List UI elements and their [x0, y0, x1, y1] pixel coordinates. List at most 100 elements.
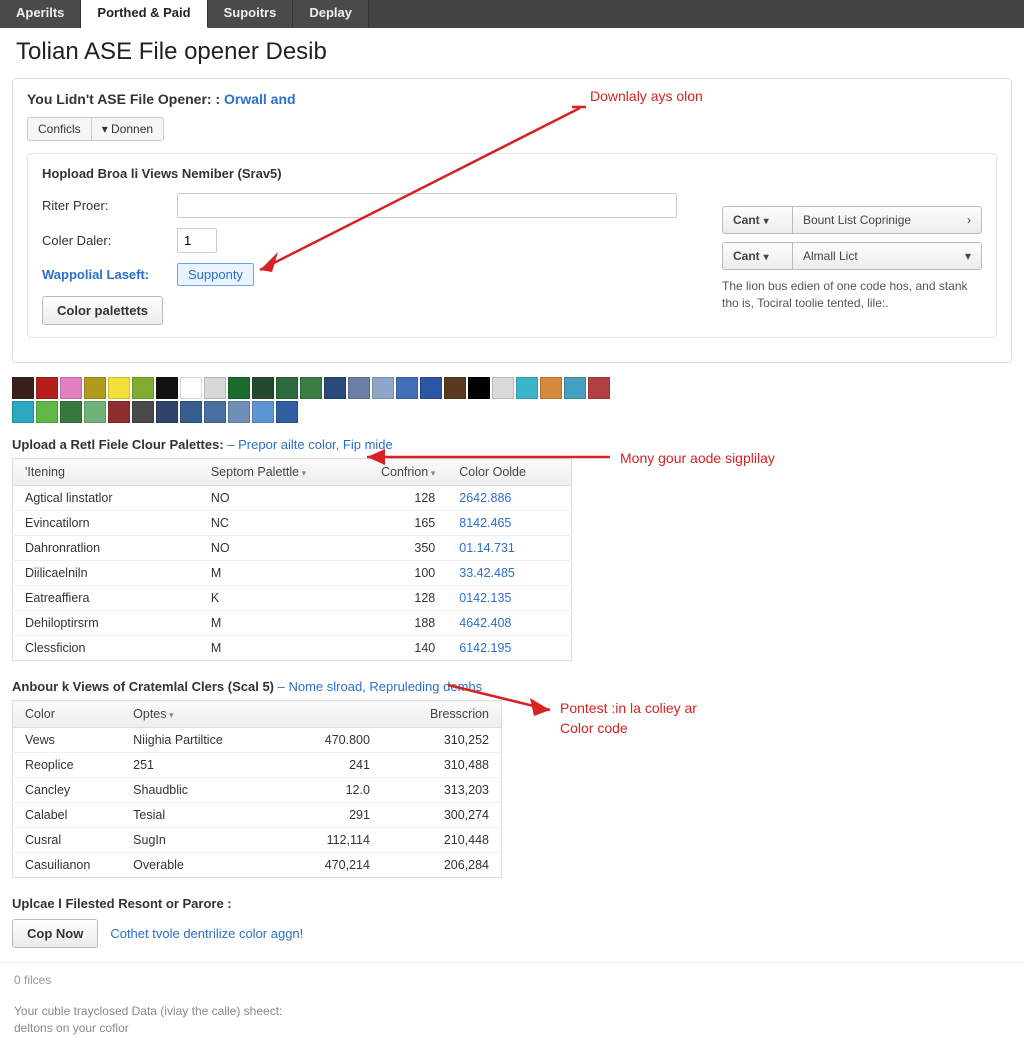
color-swatch[interactable] [12, 401, 34, 423]
tab-aperilts[interactable]: Aperilts [0, 0, 81, 28]
table-row[interactable]: DehiloptirsrmM1884642.408 [13, 611, 572, 636]
supponty-token[interactable]: Supponty [177, 263, 254, 286]
views-table: Color Optes Bresscrion VewsNiighia Parti… [12, 700, 502, 878]
t2-h4[interactable]: Bresscrion [382, 701, 502, 728]
table-row[interactable]: CasuilianonOverable470,214206,284 [13, 853, 502, 878]
wappolial-label[interactable]: Wappolial Laseft: [42, 267, 177, 282]
cant-button-2[interactable]: Cant [722, 242, 792, 270]
color-swatch[interactable] [420, 377, 442, 399]
tab-porthed[interactable]: Porthed & Paid [81, 0, 207, 28]
color-swatch[interactable] [348, 377, 370, 399]
color-swatch[interactable] [396, 377, 418, 399]
section2-title: Upload a Retl Fiele Clour Palettes: – Pr… [12, 437, 1012, 452]
table-row[interactable]: CusralSugIn112,114210,448 [13, 828, 502, 853]
cant-button-1[interactable]: Cant [722, 206, 792, 234]
color-swatch[interactable] [84, 377, 106, 399]
color-swatch[interactable] [156, 401, 178, 423]
color-swatch[interactable] [108, 377, 130, 399]
color-swatch[interactable] [228, 377, 250, 399]
cop-now-button[interactable]: Cop Now [12, 919, 98, 948]
color-swatch[interactable] [60, 401, 82, 423]
subtab-donnen[interactable]: ▾ Donnen [91, 117, 164, 141]
table-row[interactable]: EvincatilornNC1658142.465 [13, 511, 572, 536]
t1-h2[interactable]: Septom Palettle [199, 459, 354, 486]
cell: 300,274 [382, 803, 502, 828]
t2-h2[interactable]: Optes [121, 701, 262, 728]
riter-input[interactable] [177, 193, 677, 218]
table-row[interactable]: CalabelTesial291300,274 [13, 803, 502, 828]
bount-list-button[interactable]: Bount List Coprinige› [792, 206, 982, 234]
almall-list-label: Almall Lict [803, 249, 858, 263]
color-swatch[interactable] [84, 401, 106, 423]
t1-h3[interactable]: Confrion [354, 459, 447, 486]
color-swatch[interactable] [12, 377, 34, 399]
color-swatch[interactable] [492, 377, 514, 399]
cell: Overable [121, 853, 262, 878]
almall-list-button[interactable]: Almall Lict▾ [792, 242, 982, 270]
color-swatch[interactable] [324, 377, 346, 399]
color-swatch[interactable] [36, 401, 58, 423]
tab-supoitrs[interactable]: Supoitrs [208, 0, 294, 28]
riter-label: Riter Proer: [42, 198, 177, 213]
color-swatch[interactable] [132, 377, 154, 399]
cell: Dehiloptirsrm [13, 611, 199, 636]
top-nav: Aperilts Porthed & Paid Supoitrs Deplay [0, 0, 1024, 28]
bottom-bluetext[interactable]: Cothet tvole dentrilize color aggn! [110, 926, 303, 941]
table-row[interactable]: CancleyShaudblic12.0313,203 [13, 778, 502, 803]
cell: 241 [262, 753, 382, 778]
color-swatch[interactable] [180, 401, 202, 423]
cell: 100 [354, 561, 447, 586]
cell: Reoplice [13, 753, 122, 778]
color-swatch[interactable] [276, 401, 298, 423]
table-row[interactable]: Agtical linstatlorNO1282642.886 [13, 486, 572, 511]
color-swatch[interactable] [180, 377, 202, 399]
color-swatch[interactable] [252, 401, 274, 423]
table-row[interactable]: VewsNiighia Partiltice470.800310,252 [13, 728, 502, 753]
subtab-conficls[interactable]: Conficls [27, 117, 91, 141]
color-palettes-button[interactable]: Color palettets [42, 296, 163, 325]
cell: 8142.465 [447, 511, 571, 536]
color-swatch[interactable] [276, 377, 298, 399]
t2-h1[interactable]: Color [13, 701, 122, 728]
cell: Vews [13, 728, 122, 753]
main-panel: You Lidn't ASE File Opener: : Orwall and… [12, 78, 1012, 363]
table-row[interactable]: DahronratlionNO35001.14.731 [13, 536, 572, 561]
color-swatch[interactable] [564, 377, 586, 399]
right-column: Cant Bount List Coprinige› Cant Almall L… [722, 206, 982, 312]
color-swatch[interactable] [372, 377, 394, 399]
coler-input[interactable] [177, 228, 217, 253]
color-swatch[interactable] [588, 377, 610, 399]
color-swatch[interactable] [132, 401, 154, 423]
color-swatch[interactable] [468, 377, 490, 399]
table-row[interactable]: EatreaffieraK1280142.135 [13, 586, 572, 611]
color-swatch[interactable] [444, 377, 466, 399]
color-swatch[interactable] [228, 401, 250, 423]
color-swatch[interactable] [540, 377, 562, 399]
color-swatch[interactable] [108, 401, 130, 423]
annotation-2-text: Mony gour aode sigplilay [620, 450, 775, 466]
color-swatch[interactable] [156, 377, 178, 399]
cell: K [199, 586, 354, 611]
t2-h3[interactable] [262, 701, 382, 728]
color-swatch[interactable] [204, 377, 226, 399]
panel-title: You Lidn't ASE File Opener: : Orwall and [27, 91, 997, 107]
table-row[interactable]: DiilicaelnilnM10033.42.485 [13, 561, 572, 586]
t1-h4[interactable]: Color Oolde [447, 459, 571, 486]
color-swatch[interactable] [516, 377, 538, 399]
table-row[interactable]: ClessficionM1406142.195 [13, 636, 572, 661]
cell: 0142.135 [447, 586, 571, 611]
section3-link[interactable]: – Nome slroad, Repruleding demhs [278, 679, 483, 694]
t1-h1[interactable]: 'Itening [13, 459, 199, 486]
section2-link[interactable]: – Prepor ailte color, Fip mide [227, 437, 392, 452]
panel-title-link[interactable]: Orwall and [224, 91, 296, 107]
color-swatch[interactable] [204, 401, 226, 423]
color-swatch[interactable] [252, 377, 274, 399]
color-swatches [12, 377, 612, 423]
cell: 2642.886 [447, 486, 571, 511]
color-swatch[interactable] [60, 377, 82, 399]
color-swatch[interactable] [300, 377, 322, 399]
table-row[interactable]: Reoplice251241310,488 [13, 753, 502, 778]
cell: 6142.195 [447, 636, 571, 661]
tab-deplay[interactable]: Deplay [293, 0, 369, 28]
color-swatch[interactable] [36, 377, 58, 399]
